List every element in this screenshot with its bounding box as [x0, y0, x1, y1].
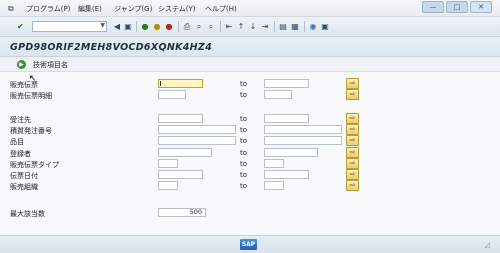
mouse-pointer-icon: ↖ — [29, 74, 37, 84]
doc-type-from-input[interactable] — [158, 159, 178, 168]
command-field[interactable]: ▼ — [32, 21, 107, 32]
toolbar-separator — [274, 21, 275, 32]
menu-edit[interactable]: 編集(E) — [78, 4, 102, 14]
to-label: to — [240, 91, 248, 99]
selection-screen: 販売伝票 to ⇨ 販売伝票明細 to ⇨ 受注先 to ⇨ 積質発注番号 to… — [0, 72, 500, 235]
customize-icon[interactable]: ▣ — [320, 21, 330, 32]
help-icon[interactable]: ◉ — [308, 21, 318, 32]
back-icon[interactable]: ● — [140, 21, 150, 32]
chevron-down-icon[interactable]: ▼ — [100, 22, 105, 29]
next-page-icon[interactable]: ↓ — [248, 21, 258, 32]
technical-names-button[interactable]: 技術項目名 — [33, 60, 68, 70]
sales-document-from-input[interactable] — [158, 79, 203, 88]
multiple-selection-button[interactable]: ⇨ — [346, 135, 359, 146]
title-area: GPD98ORIF2MEH8VOCD6XQNK4HZ4 — [0, 37, 500, 57]
nav-left-icon[interactable]: ◀ — [112, 21, 122, 32]
last-page-icon[interactable]: ⇥ — [260, 21, 270, 32]
first-page-icon[interactable]: ⇤ — [224, 21, 234, 32]
sold-to-from-input[interactable] — [158, 114, 203, 123]
label-sales-org: 販売組織 — [10, 183, 38, 191]
to-label: to — [240, 80, 248, 88]
window-controls: — □ ✕ — [422, 1, 492, 14]
page-title: GPD98ORIF2MEH8VOCD6XQNK4HZ4 — [10, 42, 212, 53]
doc-date-to-input[interactable] — [264, 170, 309, 179]
system-menu-icon[interactable]: ⧉ — [8, 4, 18, 13]
label-document-date: 伝票日付 — [10, 172, 38, 180]
menu-bar: ⧉ プログラム(P) 編集(E) ジャンプ(G) システム(Y) ヘルプ(H) … — [0, 0, 500, 17]
po-number-from-input[interactable] — [158, 125, 236, 134]
label-material: 品目 — [10, 138, 24, 146]
execute-icon[interactable]: ▶ — [17, 60, 26, 69]
find-next-icon[interactable]: ⌕ — [206, 21, 216, 32]
label-max-hits: 最大該当数 — [10, 210, 45, 218]
to-label: to — [240, 160, 248, 168]
material-to-input[interactable] — [264, 136, 342, 145]
label-sales-document-item: 販売伝票明細 — [10, 92, 52, 100]
po-number-to-input[interactable] — [264, 125, 342, 134]
max-hits-input[interactable]: 500 — [158, 208, 206, 217]
find-icon[interactable]: ⌕ — [194, 21, 204, 32]
sales-item-to-input[interactable] — [264, 90, 292, 99]
menu-program[interactable]: プログラム(P) — [26, 4, 70, 14]
to-label: to — [240, 171, 248, 179]
print-icon[interactable]: ⎙ — [182, 21, 192, 32]
to-label: to — [240, 182, 248, 190]
status-bar: SAP ◿ — [0, 235, 500, 253]
enter-icon[interactable]: ✔ — [17, 22, 26, 31]
sales-item-from-input[interactable] — [158, 90, 186, 99]
close-button[interactable]: ✕ — [470, 1, 492, 13]
multiple-selection-button[interactable]: ⇨ — [346, 147, 359, 158]
sap-logo: SAP — [240, 239, 257, 250]
standard-toolbar: ✔ ▼ ◀ ▣ ● ● ● ⎙ ⌕ ⌕ ⇤ ↑ ↓ ⇥ ▤ ▦ ◉ ▣ — [0, 17, 500, 37]
label-po-number: 積質発注番号 — [10, 127, 52, 135]
toolbar-separator — [220, 21, 221, 32]
sales-org-to-input[interactable] — [264, 181, 284, 190]
prev-page-icon[interactable]: ↑ — [236, 21, 246, 32]
multiple-selection-button[interactable]: ⇨ — [346, 78, 359, 89]
menu-system[interactable]: システム(Y) — [158, 4, 196, 14]
doc-date-from-input[interactable] — [158, 170, 203, 179]
toolbar-separator — [178, 21, 179, 32]
to-label: to — [240, 115, 248, 123]
cancel-icon[interactable]: ● — [164, 21, 174, 32]
sales-document-to-input[interactable] — [264, 79, 309, 88]
label-sold-to-party: 受注先 — [10, 116, 31, 124]
material-from-input[interactable] — [158, 136, 236, 145]
multiple-selection-button[interactable]: ⇨ — [346, 180, 359, 191]
to-label: to — [240, 126, 248, 134]
label-sales-doc-type: 販売伝票タイプ — [10, 161, 59, 169]
multiple-selection-button[interactable]: ⇨ — [346, 124, 359, 135]
multiple-selection-button[interactable]: ⇨ — [346, 158, 359, 169]
doc-type-to-input[interactable] — [264, 159, 284, 168]
exit-icon[interactable]: ● — [152, 21, 162, 32]
maximize-button[interactable]: □ — [446, 1, 468, 13]
menu-goto[interactable]: ジャンプ(G) — [114, 4, 152, 14]
multiple-selection-button[interactable]: ⇨ — [346, 169, 359, 180]
resize-grip-icon[interactable]: ◿ — [485, 241, 490, 249]
application-toolbar: ▶ 技術項目名 — [0, 57, 500, 72]
multiple-selection-button[interactable]: ⇨ — [346, 113, 359, 124]
created-by-from-input[interactable] — [158, 148, 212, 157]
sold-to-to-input[interactable] — [264, 114, 309, 123]
minimize-button[interactable]: — — [422, 1, 444, 13]
created-by-to-input[interactable] — [264, 148, 318, 157]
save-icon[interactable]: ▣ — [123, 21, 133, 32]
multiple-selection-button[interactable]: ⇨ — [346, 89, 359, 100]
label-created-by: 登録者 — [10, 150, 31, 158]
to-label: to — [240, 149, 248, 157]
shortcut-icon[interactable]: ▦ — [290, 21, 300, 32]
toolbar-separator — [136, 21, 137, 32]
menu-help[interactable]: ヘルプ(H) — [205, 4, 237, 14]
to-label: to — [240, 137, 248, 145]
toolbar-separator — [304, 21, 305, 32]
new-session-icon[interactable]: ▤ — [278, 21, 288, 32]
sales-org-from-input[interactable] — [158, 181, 178, 190]
